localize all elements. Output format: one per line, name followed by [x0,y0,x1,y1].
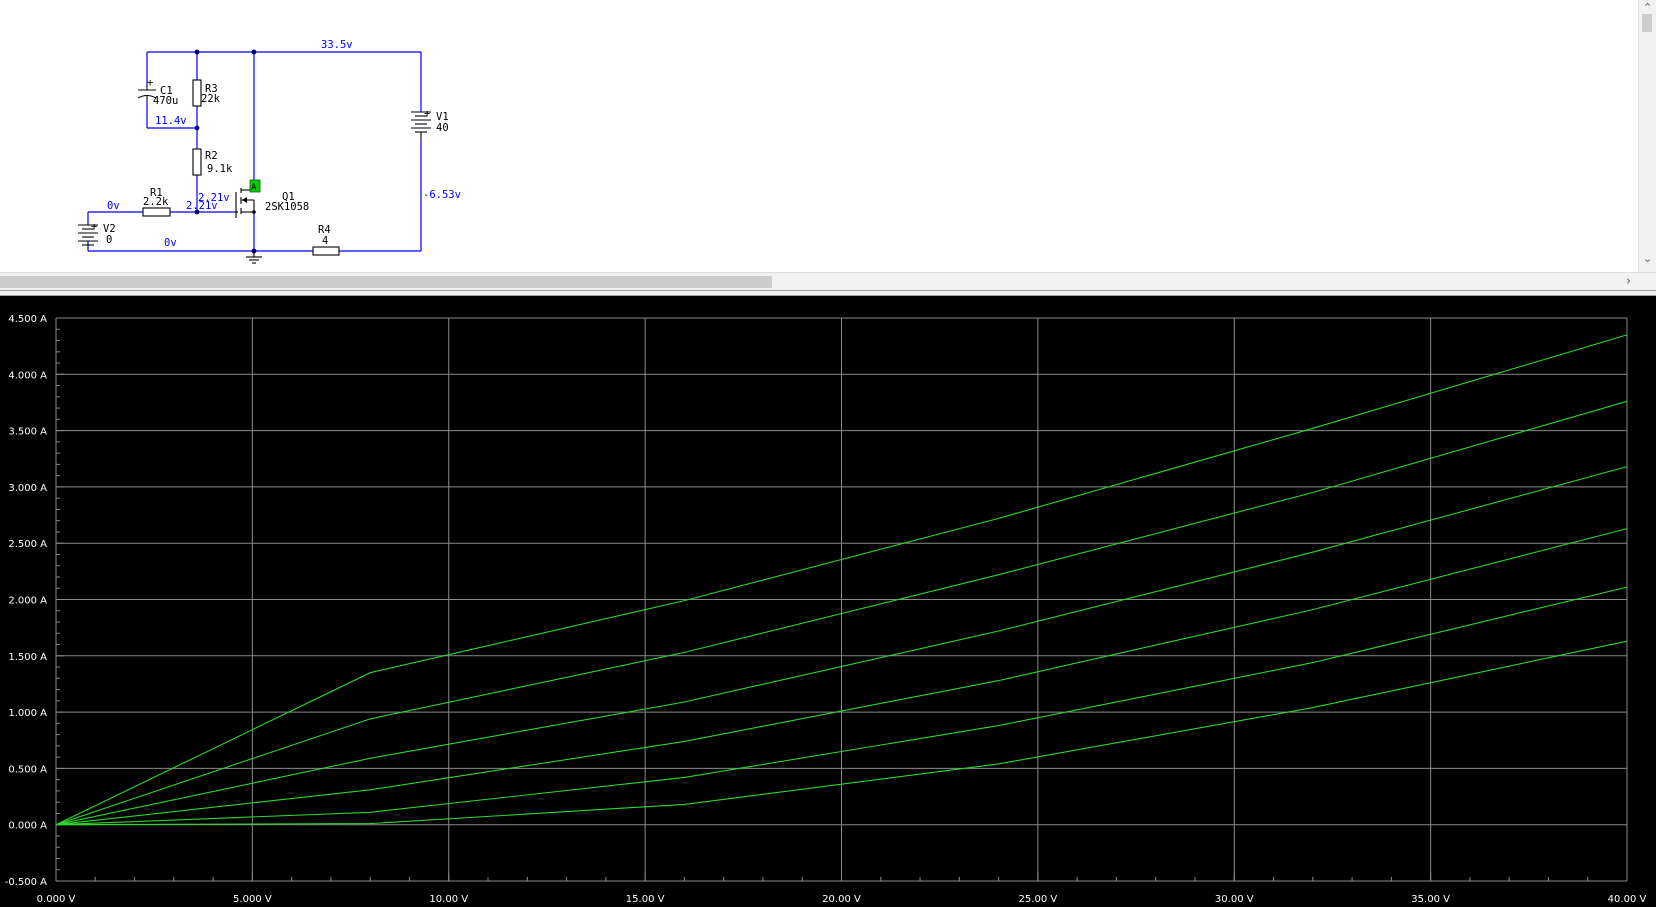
iv-curve-plot: -0.500 A 0.000 A 0.500 A 1.000 A 1.500 A 2.00… [5,314,1647,905]
node-voltage-labels: 33.5v 11.4v 2.21v 2.21v 0v 0v -6.53v [107,39,461,249]
r1-value: 2.2k [143,196,169,208]
x-tick-label: 40.00 V [1608,894,1647,905]
v2-value: 0 [106,234,112,246]
q1-value: 2SK1058 [265,201,309,213]
resistor-r1[interactable]: R1 2.2k [142,187,171,217]
x-axis-labels: 0.000 V 5.000 V 10.00 V 15.00 V 20.00 V 25.00… [37,894,1647,905]
voltage-v1-negative: -6.53v [423,189,461,201]
battery-v1[interactable]: + V1 40 [411,108,449,140]
schematic-canvas[interactable]: + C1 470u R3 22k R2 9.1k R1 2.2k R4 4 + … [0,0,1656,272]
y-tick-label: 0.000 A [8,821,47,832]
voltage-mid: 11.4v [155,115,187,127]
x-tick-label: 0.000 V [37,894,76,905]
y-tick-label: 2.500 A [8,539,47,550]
svg-text:+: + [147,77,153,89]
y-tick-label: 1.500 A [8,652,47,663]
x-tick-label: 35.00 V [1411,894,1450,905]
y-tick-label: 4.500 A [8,314,47,325]
x-tick-label: 10.00 V [429,894,468,905]
voltage-v2-node: 0v [107,200,120,212]
wires [87,51,422,252]
y-tick-label: 3.500 A [8,427,47,438]
y-tick-label: 1.000 A [8,708,47,719]
capacitor-c1[interactable]: + C1 470u [137,77,178,107]
v1-value: 40 [436,122,449,134]
resistor-r3[interactable]: R3 22k [192,79,221,107]
ground-symbol [246,251,262,264]
battery-v2[interactable]: + V2 0 [78,221,116,246]
y-tick-label: 0.500 A [8,764,47,775]
voltage-ground: 0v [164,237,177,249]
y-tick-label: -0.500 A [5,877,47,888]
plot-pane[interactable]: -0.500 A 0.000 A 0.500 A 1.000 A 1.500 A 2.00… [0,296,1656,907]
plot-grid [55,317,1628,882]
horizontal-scrollbar[interactable]: › [0,272,1656,291]
voltage-gate-lower: 2.21v [186,200,218,212]
resistor-r4[interactable]: R4 4 [312,224,340,256]
current-probe[interactable]: A [249,179,261,193]
scroll-up-icon[interactable]: ⌃ [1643,1,1652,14]
resistor-r2[interactable]: R2 9.1k [192,148,233,176]
junction-nodes [194,49,257,254]
y-axis-labels: -0.500 A 0.000 A 0.500 A 1.000 A 1.500 A 2.00… [5,314,47,888]
mosfet-q1[interactable]: Q1 2SK1058 [235,185,309,218]
y-tick-label: 4.000 A [8,370,47,381]
x-tick-label: 30.00 V [1215,894,1254,905]
r3-value: 22k [201,93,221,105]
svg-text:+: + [424,108,430,120]
y-tick-label: 3.000 A [8,483,47,494]
voltage-top: 33.5v [321,39,353,51]
x-tick-label: 20.00 V [822,894,861,905]
probe-label: A [251,183,257,193]
scroll-right-icon[interactable]: › [1626,274,1631,289]
x-tick-label: 15.00 V [626,894,665,905]
x-tick-label: 5.000 V [233,894,272,905]
r4-value: 4 [322,235,328,247]
scroll-down-icon[interactable]: ⌄ [1643,252,1652,265]
x-tick-label: 25.00 V [1019,894,1058,905]
c1-value: 470u [153,95,178,107]
r2-name: R2 [205,150,218,162]
y-tick-label: 2.000 A [8,596,47,607]
vertical-scrollbar[interactable]: ⌃ ⌄ [1638,0,1656,272]
horizontal-scroll-thumb[interactable] [0,276,772,288]
r2-value: 9.1k [207,163,233,175]
svg-text:+: + [91,221,97,233]
vertical-scroll-thumb[interactable] [1642,14,1652,32]
